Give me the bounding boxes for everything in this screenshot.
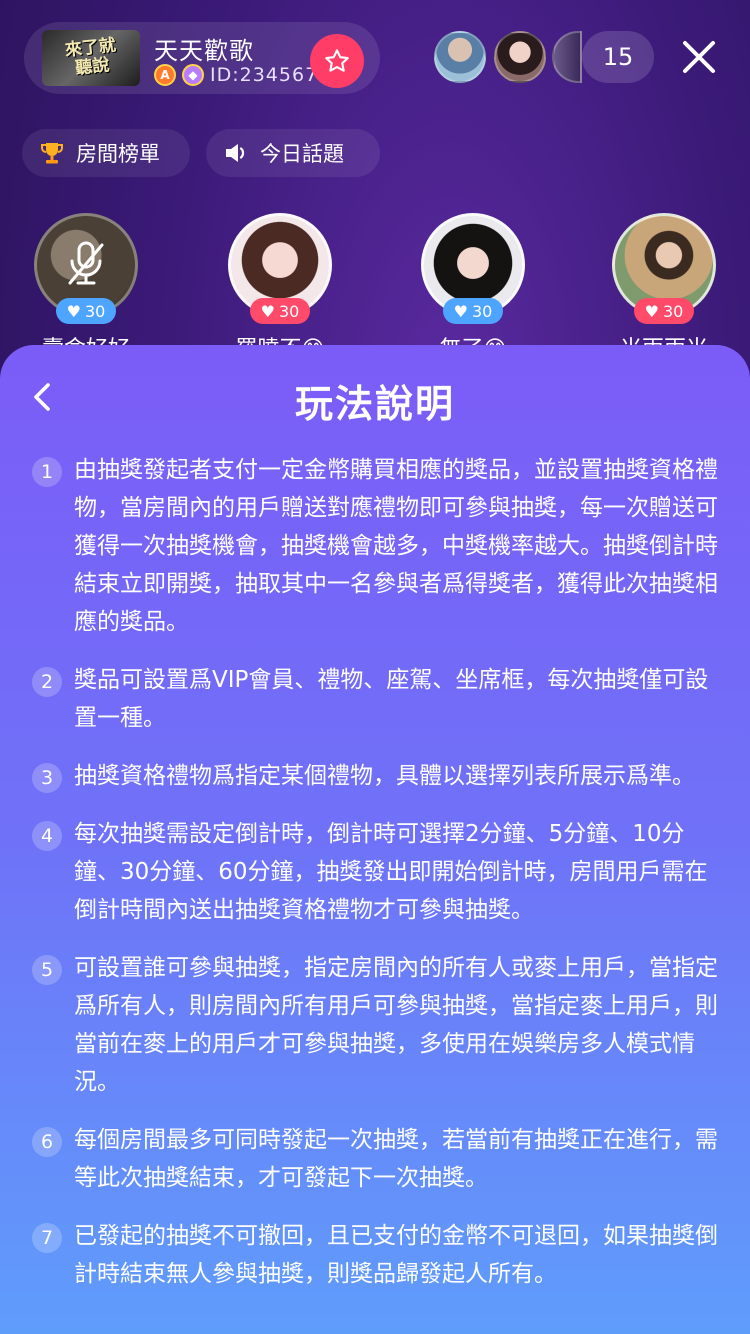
rule-number: 2 (32, 667, 62, 697)
close-icon[interactable] (680, 38, 718, 76)
heart-icon: ♥ (260, 301, 275, 321)
rule-text: 每個房間最多可同時發起一次抽獎，若當前有抽獎正在進行，需等此次抽獎結束，才可發起… (74, 1127, 718, 1191)
viewer-avatar[interactable] (434, 31, 486, 83)
seat-heart-count: 30 (84, 301, 106, 321)
level-badge-icon: A (154, 64, 176, 86)
rule-item: 2 獎品可設置爲VIP會員、禮物、座駕、坐席框，每次抽獎僅可設置一種。 (32, 661, 728, 737)
heart-icon: ♥ (66, 301, 81, 321)
rule-text: 可設置誰可參與抽獎，指定房間內的所有人或麥上用戶，當指定爲所有人，則房間內所有用… (74, 955, 718, 1095)
rule-text: 由抽獎發起者支付一定金幣購買相應的獎品，並設置抽獎資格禮物，當房間內的用戶贈送對… (74, 457, 718, 635)
seat-heart-badge: ♥ 30 (443, 298, 503, 324)
today-topic-label: 今日話題 (260, 142, 344, 166)
rule-item: 6 每個房間最多可同時發起一次抽獎，若當前有抽獎正在進行，需等此次抽獎結束，才可發… (32, 1121, 728, 1197)
seat-heart-badge: ♥ 30 (250, 298, 310, 324)
seat-heart-badge: ♥ 30 (634, 298, 694, 324)
heart-icon: ♥ (453, 301, 468, 321)
panel-title: 玩法說明 (294, 382, 455, 426)
viewer-count-badge[interactable]: 15 (582, 31, 654, 83)
room-id-row: A ◆ ID:234567 (154, 64, 318, 86)
rule-number: 7 (32, 1223, 62, 1253)
vip-badge-icon: ◆ (182, 64, 204, 86)
seat-heart-count: 30 (278, 301, 300, 321)
rule-text: 獎品可設置爲VIP會員、禮物、座駕、坐席框，每次抽獎僅可設置一種。 (74, 667, 709, 731)
room-ranking-label: 房間榜單 (76, 142, 160, 166)
mic-seat[interactable]: ♥30 羅曉不😊 (228, 213, 332, 362)
rule-number: 5 (32, 955, 62, 985)
room-thumbnail: 來了就 聽說 (42, 30, 140, 86)
speaker-icon (226, 144, 245, 162)
rule-text: 已發起的抽獎不可撤回，且已支付的金幣不可退回，如果抽獎倒計時結束無人參與抽獎，則… (74, 1223, 718, 1287)
rule-item: 7 已發起的抽獎不可撤回，且已支付的金幣不可退回，如果抽獎倒計時結束無人參與抽獎，… (32, 1217, 728, 1293)
star-icon (325, 49, 349, 72)
seat-heart-count: 30 (662, 301, 684, 321)
seat-heart-count: 30 (471, 301, 493, 321)
trophy-icon (41, 143, 63, 164)
rule-number: 1 (32, 457, 62, 487)
rule-text: 每次抽獎需設定倒計時，倒計時可選擇2分鐘、5分鐘、10分鐘、30分鐘、60分鐘，… (74, 821, 708, 923)
rule-item: 4 每次抽獎需設定倒計時，倒計時可選擇2分鐘、5分鐘、10分鐘、30分鐘、60分鐘… (32, 815, 728, 929)
heart-icon: ♥ (644, 301, 659, 321)
rule-item: 3 抽獎資格禮物爲指定某個禮物，具體以選擇列表所展示爲準。 (32, 757, 728, 795)
mic-seat[interactable]: ♥30 米兩兩米 (612, 213, 716, 362)
rules-panel: 玩法說明 1 由抽獎發起者支付一定金幣購買相應的獎品，並設置抽獎資格禮物，當房間內… (0, 345, 750, 1334)
mic-seat[interactable]: ♥30 壽命好好 (34, 213, 138, 362)
today-topic-button[interactable]: 今日話題 (206, 129, 380, 177)
rule-number: 6 (32, 1127, 62, 1157)
mic-seat[interactable]: ♥30 無了😄 (421, 213, 525, 362)
room-name: 天天歡歌 (154, 37, 254, 65)
rules-list: 1 由抽獎發起者支付一定金幣購買相應的獎品，並設置抽獎資格禮物，當房間內的用戶贈送… (32, 451, 728, 1313)
favorite-button[interactable] (310, 34, 364, 88)
rule-text: 抽獎資格禮物爲指定某個禮物，具體以選擇列表所展示爲準。 (74, 763, 695, 789)
rule-number: 4 (32, 821, 62, 851)
rule-number: 3 (32, 763, 62, 793)
viewer-avatar[interactable] (494, 31, 546, 83)
rule-item: 1 由抽獎發起者支付一定金幣購買相應的獎品，並設置抽獎資格禮物，當房間內的用戶贈送… (32, 451, 728, 641)
room-ranking-button[interactable]: 房間榜單 (22, 129, 190, 177)
room-id: ID:234567 (210, 64, 319, 86)
rule-item: 5 可設置誰可參與抽獎，指定房間內的所有人或麥上用戶，當指定爲所有人，則房間內所有… (32, 949, 728, 1101)
seat-heart-badge: ♥ 30 (56, 298, 116, 324)
room-thumbnail-text: 來了就 聽說 (63, 35, 117, 79)
mic-off-icon (68, 241, 104, 285)
